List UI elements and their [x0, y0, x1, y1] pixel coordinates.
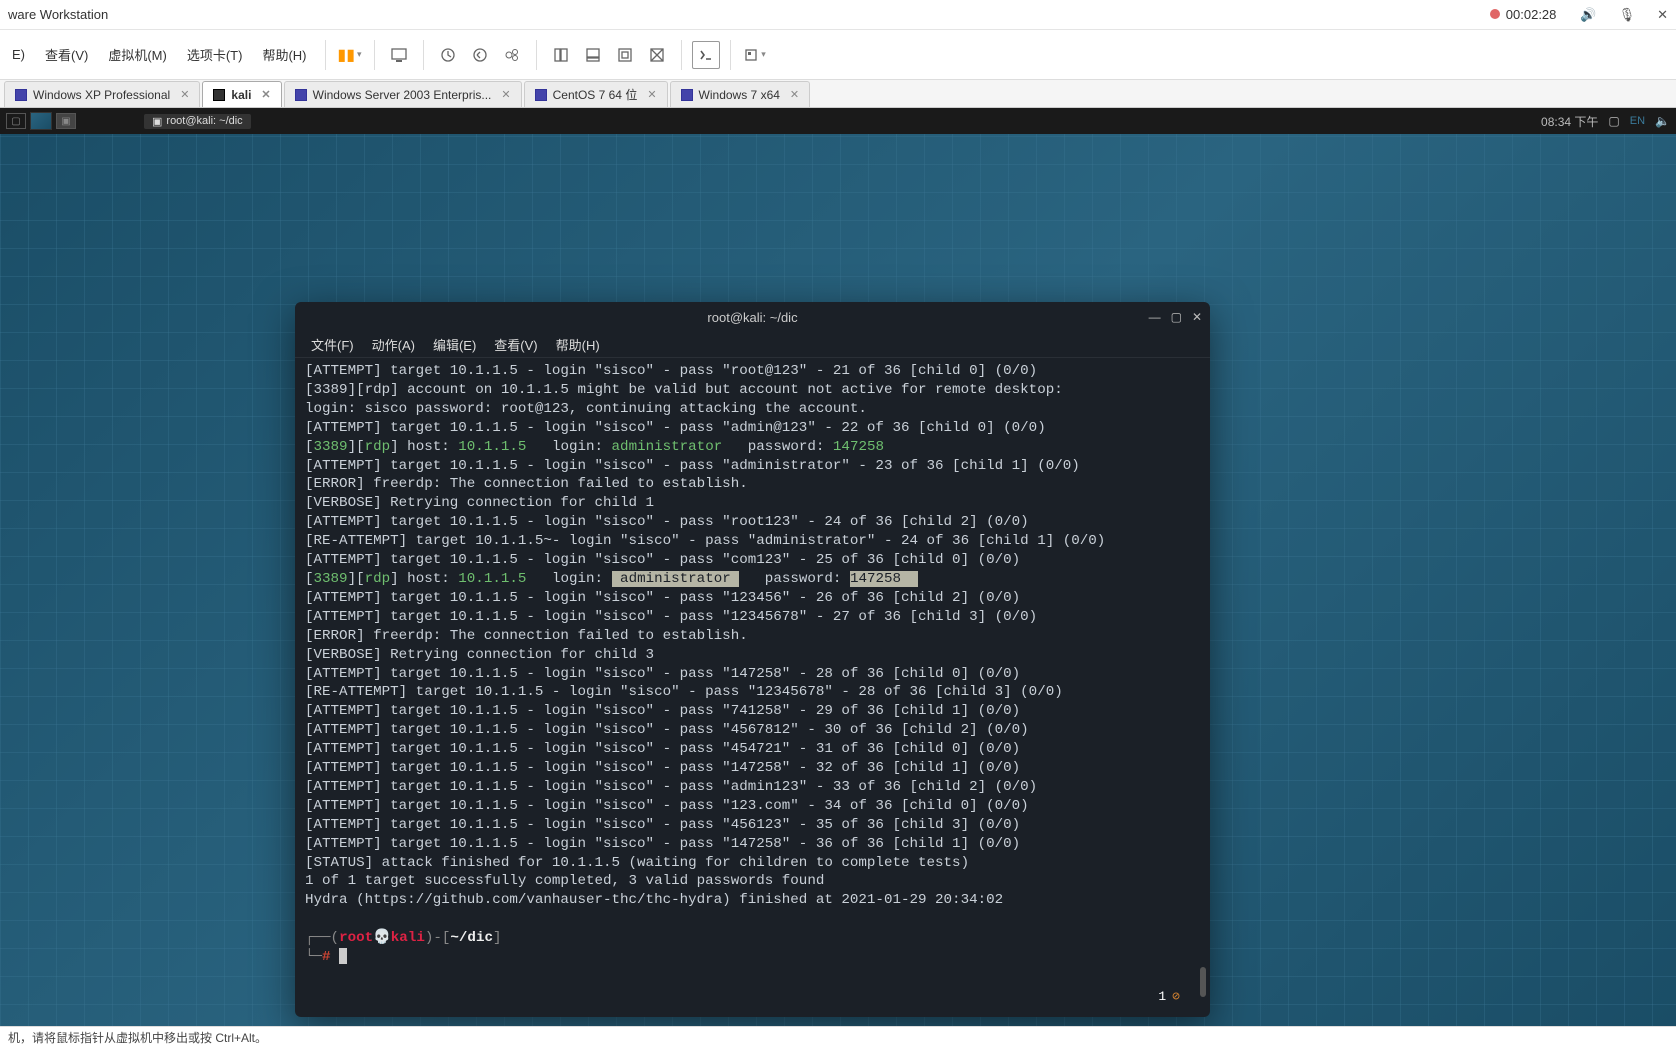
terminal-menubar: 文件(F) 动作(A) 编辑(E) 查看(V) 帮助(H)	[295, 332, 1210, 358]
view-single-button[interactable]	[547, 41, 575, 69]
snapshot-revert-button[interactable]	[466, 41, 494, 69]
vm-tab-label: kali	[231, 88, 251, 102]
display-icon[interactable]: ▢	[1608, 114, 1619, 128]
minimize-icon[interactable]: —	[1149, 310, 1161, 324]
terminal-titlebar[interactable]: root@kali: ~/dic — ▢ ✕	[295, 302, 1210, 332]
tab-close-icon[interactable]: ✕	[790, 88, 799, 101]
app-title: ware Workstation	[8, 7, 108, 22]
clock-label[interactable]: 08:34 下午	[1541, 113, 1598, 130]
snapshot-button[interactable]	[434, 41, 462, 69]
vm-tab-3[interactable]: CentOS 7 64 位 ✕	[524, 81, 668, 107]
tab-close-icon[interactable]: ✕	[180, 88, 189, 101]
recording-indicator: 00:02:28	[1490, 7, 1557, 22]
terminal-scrollbar[interactable]	[1200, 362, 1206, 1007]
vm-tab-icon	[15, 89, 27, 101]
fullscreen-button[interactable]	[611, 41, 639, 69]
vm-tab-icon	[681, 89, 693, 101]
tab-close-icon[interactable]: ✕	[501, 88, 510, 101]
terminal-title: root@kali: ~/dic	[707, 310, 797, 325]
vm-tab-2[interactable]: Windows Server 2003 Enterpris... ✕	[284, 81, 522, 107]
mic-icon[interactable]: 🎙	[1619, 7, 1636, 23]
vm-tab-label: Windows XP Professional	[33, 88, 170, 102]
console-button[interactable]	[692, 41, 720, 69]
speaker-icon[interactable]: 🔊	[1580, 7, 1596, 23]
menu-view[interactable]: 查看(V)	[37, 41, 96, 68]
kali-dragon-icon[interactable]	[30, 112, 52, 130]
workspace-1-button[interactable]: ▢	[6, 113, 26, 129]
vm-tab-label: Windows 7 x64	[699, 88, 780, 102]
terminal-icon: ▣	[152, 115, 162, 128]
unity-button[interactable]	[643, 41, 671, 69]
power-button[interactable]: ▮▮	[336, 41, 364, 69]
menu-tabs[interactable]: 选项卡(T)	[179, 41, 251, 68]
menu-vm[interactable]: 虚拟机(M)	[100, 41, 175, 68]
vm-tab-4[interactable]: Windows 7 x64 ✕	[670, 81, 811, 107]
close-window-icon[interactable]: ✕	[1657, 7, 1668, 23]
menu-e[interactable]: E)	[4, 43, 33, 66]
stretch-button[interactable]	[741, 41, 769, 69]
workspace-2-button[interactable]: ▣	[56, 113, 76, 129]
close-icon[interactable]: ✕	[1192, 310, 1202, 324]
vm-tabs: Windows XP Professional✕kali✕Windows Ser…	[0, 80, 1676, 108]
terminal-exit-badge: 1⊘	[1158, 988, 1180, 1007]
terminal-window[interactable]: root@kali: ~/dic — ▢ ✕ 文件(F) 动作(A) 编辑(E)…	[295, 302, 1210, 1017]
vm-tab-0[interactable]: Windows XP Professional ✕	[4, 81, 200, 107]
term-menu-view[interactable]: 查看(V)	[486, 333, 545, 356]
input-lang-button[interactable]: EN	[1630, 115, 1645, 127]
terminal-body[interactable]: [ATTEMPT] target 10.1.1.5 - login "sisco…	[295, 358, 1210, 1017]
status-text: 机，请将鼠标指针从虚拟机中移出或按 Ctrl+Alt。	[8, 1029, 267, 1046]
vm-tab-label: CentOS 7 64 位	[553, 86, 638, 103]
vm-tab-icon	[295, 89, 307, 101]
vm-tab-label: Windows Server 2003 Enterpris...	[313, 88, 492, 102]
term-menu-action[interactable]: 动作(A)	[364, 333, 423, 356]
view-thumbnail-button[interactable]	[579, 41, 607, 69]
term-menu-edit[interactable]: 编辑(E)	[425, 333, 484, 356]
vm-tab-icon	[535, 89, 547, 101]
volume-icon[interactable]: 🔈	[1655, 114, 1670, 128]
tab-close-icon[interactable]: ✕	[261, 88, 270, 101]
vm-tab-1[interactable]: kali ✕	[202, 81, 281, 107]
term-menu-help[interactable]: 帮助(H)	[548, 333, 608, 356]
snapshot-manager-button[interactable]	[498, 41, 526, 69]
vm-tab-icon	[213, 89, 225, 101]
taskbar-terminal-item[interactable]: ▣root@kali: ~/dic	[144, 114, 251, 129]
send-ctrl-alt-del-button[interactable]	[385, 41, 413, 69]
kali-taskbar: ▢ ▣ ▣root@kali: ~/dic 08:34 下午 ▢ EN 🔈	[0, 108, 1676, 134]
menu-help[interactable]: 帮助(H)	[254, 41, 314, 68]
maximize-icon[interactable]: ▢	[1171, 310, 1182, 324]
term-menu-file[interactable]: 文件(F)	[303, 333, 362, 356]
tab-close-icon[interactable]: ✕	[647, 88, 656, 101]
